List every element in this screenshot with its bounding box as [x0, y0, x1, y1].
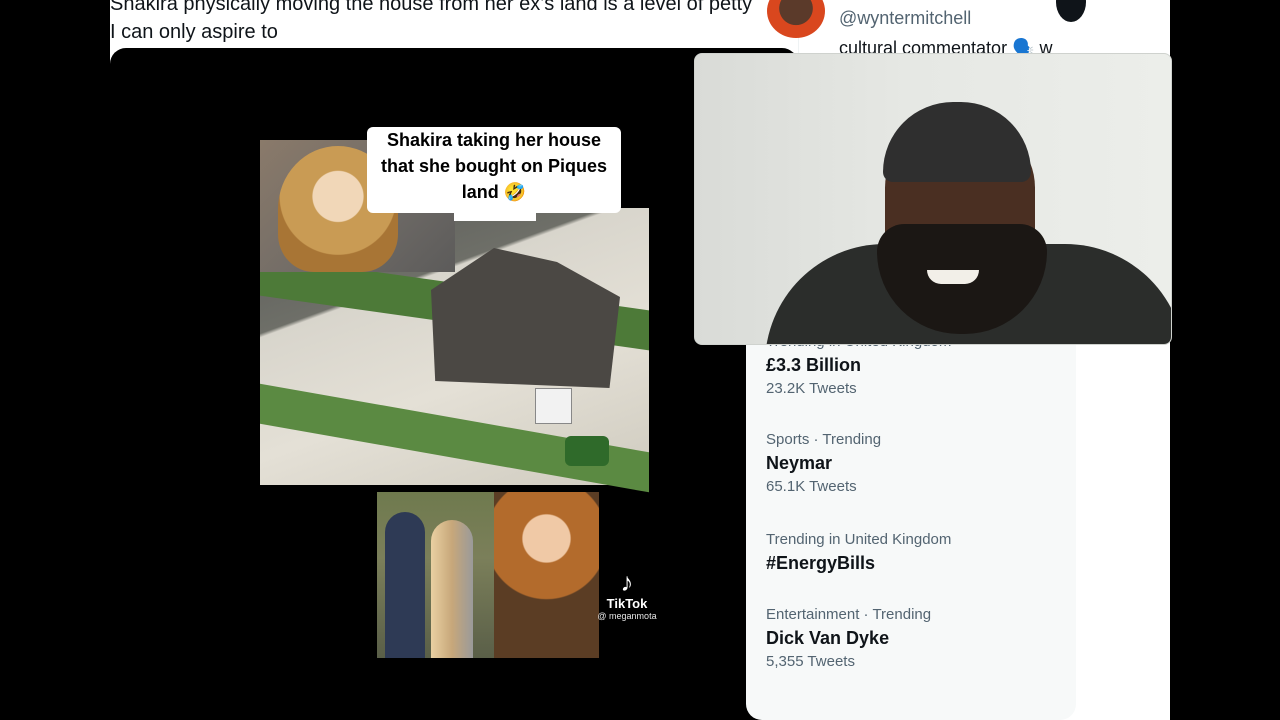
trend-count: 5,355 Tweets [766, 653, 855, 670]
tiktok-watermark: ♪ TikTok @ meganmota [596, 568, 658, 621]
trend-name: #EnergyBills [766, 553, 876, 573]
trend-meta: Trending in United Kingdom [766, 531, 952, 548]
webcam-overlay [694, 53, 1172, 345]
tractor-image [565, 436, 609, 466]
trend-count: 23.2K Tweets [766, 380, 857, 397]
trend-meta: Sports · Trending [766, 431, 882, 448]
trend-meta: Entertainment · Trending [766, 606, 932, 623]
tiktok-handle: @ meganmota [597, 611, 657, 621]
tiktok-icon: ♪ [620, 567, 634, 597]
video-caption: Shakira taking her house that she bought… [367, 127, 621, 213]
tweet-text-line-1: Shakira physically moving the house from… [110, 0, 753, 15]
tweet-text-line-2: I can only aspire to [110, 21, 278, 43]
caption-line-2: that she bought on Piques [381, 156, 607, 176]
shakira-photo-2 [494, 492, 599, 658]
trend-count: 65.1K Tweets [766, 478, 857, 495]
trend-item[interactable]: Entertainment · Trending Dick Van Dyke 5… [766, 605, 931, 673]
trend-item[interactable]: Sports · Trending Neymar 65.1K Tweets [766, 430, 881, 498]
trend-name: £3.3 Billion [766, 355, 862, 375]
tiktok-label: TikTok [606, 596, 648, 611]
truck-image [535, 388, 572, 424]
trend-name: Dick Van Dyke [766, 628, 890, 648]
trend-name: Neymar [766, 453, 833, 473]
caption-line-1: Shakira taking her house [386, 130, 602, 150]
trend-item[interactable]: Trending in United Kingdom #EnergyBills [766, 530, 951, 576]
tweet-text: Shakira physically moving the house from… [110, 0, 810, 46]
couple-photo [377, 492, 494, 658]
account-handle[interactable]: @wyntermitchell [839, 8, 971, 29]
presenter-smile [927, 270, 979, 284]
caption-line-3: land 🤣 [461, 182, 527, 202]
presenter-cap [883, 102, 1031, 182]
